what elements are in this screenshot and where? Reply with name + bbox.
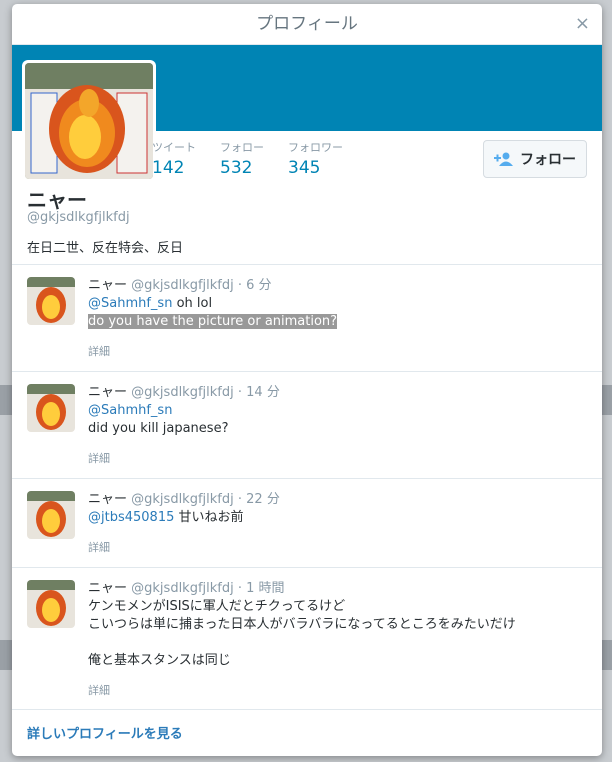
avatar[interactable] [27, 580, 75, 628]
add-user-icon [494, 152, 513, 166]
tweet-header: ニャー @gkjsdlkgfjlkfdj · 6 分 [88, 278, 272, 293]
tweet-details-link[interactable]: 詳細 [88, 539, 602, 557]
tweet-list: ニャー @gkjsdlkgfjlkfdj · 6 分 @Sahmhf_sn oh… [12, 264, 602, 710]
tweet-author-handle[interactable]: @gkjsdlkgfjlkfdj [131, 278, 234, 293]
tweet-item[interactable]: ニャー @gkjsdlkgfjlkfdj · 6 分 @Sahmhf_sn oh… [12, 265, 602, 372]
profile-modal: プロフィール × ツイート 142 フォロー 532 フォロワー 345 フォロ… [12, 4, 602, 756]
tweet-mention[interactable]: @Sahmhf_sn [88, 296, 172, 311]
tweet-author-name[interactable]: ニャー [88, 278, 127, 293]
tweet-header: ニャー @gkjsdlkgfjlkfdj · 22 分 [88, 492, 280, 507]
tweet-item[interactable]: ニャー @gkjsdlkgfjlkfdj · 22 分 @jtbs450815 … [12, 479, 602, 568]
avatar[interactable] [27, 384, 75, 432]
tweet-mention[interactable]: @jtbs450815 [88, 510, 174, 525]
profile-name[interactable]: ニャー [27, 184, 87, 213]
tweet-timestamp[interactable]: 14 分 [246, 385, 280, 400]
stat-followers[interactable]: フォロワー 345 [288, 139, 343, 178]
tweet-details-link[interactable]: 詳細 [88, 682, 602, 700]
tweet-text: @Sahmhf_sn did you kill japanese? [88, 402, 602, 438]
tweet-text-body: oh lol [176, 296, 213, 311]
avatar[interactable] [27, 491, 75, 539]
tweet-text: @Sahmhf_sn oh lol do you have the pictur… [88, 295, 602, 331]
stat-label: フォロー [220, 141, 264, 154]
tweet-author-name[interactable]: ニャー [88, 492, 127, 507]
tweet-item[interactable]: ニャー @gkjsdlkgfjlkfdj · 1 時間 ケンモメンがISISに軍… [12, 568, 602, 710]
tweet-header: ニャー @gkjsdlkgfjlkfdj · 1 時間 [88, 581, 285, 596]
tweet-header: ニャー @gkjsdlkgfjlkfdj · 14 分 [88, 385, 280, 400]
tweet-text-selected: do you have the picture or animation? [88, 314, 338, 329]
tweet-timestamp[interactable]: 1 時間 [246, 581, 284, 596]
tweet-details-link[interactable]: 詳細 [88, 450, 602, 468]
tweet-text-line: 俺と基本スタンスは同じ [88, 653, 231, 668]
modal-header: プロフィール × [12, 4, 602, 45]
profile-handle: @gkjsdlkgfjlkfdj [27, 210, 130, 225]
tweet-text: @jtbs450815 甘いねお前 [88, 509, 602, 527]
tweet-author-name[interactable]: ニャー [88, 385, 127, 400]
avatar[interactable] [27, 277, 75, 325]
stat-tweets[interactable]: ツイート 142 [152, 139, 196, 178]
tweet-mention[interactable]: @Sahmhf_sn [88, 403, 172, 418]
tweet-author-handle[interactable]: @gkjsdlkgfjlkfdj [131, 385, 234, 400]
tweet-timestamp[interactable]: 6 分 [246, 278, 271, 293]
stat-label: フォロワー [288, 141, 343, 154]
profile-stats: ツイート 142 フォロー 532 フォロワー 345 [152, 139, 367, 178]
tweet-text-body: did you kill japanese? [88, 421, 229, 436]
tweet-text-body: 甘いねお前 [178, 510, 244, 525]
modal-title: プロフィール [256, 14, 358, 34]
tweet-text-line: こいつらは単に捕まった日本人がバラバラになってるところをみたいだけ [88, 617, 516, 632]
tweet-item[interactable]: ニャー @gkjsdlkgfjlkfdj · 14 分 @Sahmhf_sn d… [12, 372, 602, 479]
stat-label: ツイート [152, 141, 196, 154]
stat-value: 345 [288, 158, 321, 178]
follow-button[interactable]: フォロー [483, 140, 587, 178]
follow-button-label: フォロー [520, 152, 576, 168]
stat-value: 142 [152, 158, 185, 178]
tweet-details-link[interactable]: 詳細 [88, 343, 602, 361]
tweet-author-name[interactable]: ニャー [88, 581, 127, 596]
tweet-author-handle[interactable]: @gkjsdlkgfjlkfdj [131, 492, 234, 507]
close-button[interactable]: × [575, 4, 590, 44]
tweet-timestamp[interactable]: 22 分 [246, 492, 280, 507]
stat-following[interactable]: フォロー 532 [220, 139, 264, 178]
stat-value: 532 [220, 158, 253, 178]
tweet-author-handle[interactable]: @gkjsdlkgfjlkfdj [131, 581, 234, 596]
profile-avatar[interactable] [22, 60, 156, 182]
tweet-text: ケンモメンがISISに軍人だとチクってるけど こいつらは単に捕まった日本人がバラ… [88, 598, 602, 670]
tweet-text-line: ケンモメンがISISに軍人だとチクってるけど [88, 599, 346, 614]
view-full-profile-link[interactable]: 詳しいプロフィールを見る [27, 723, 183, 742]
avatar-image [25, 63, 153, 179]
profile-bio: 在日二世、反在特会、反日 [27, 241, 184, 256]
